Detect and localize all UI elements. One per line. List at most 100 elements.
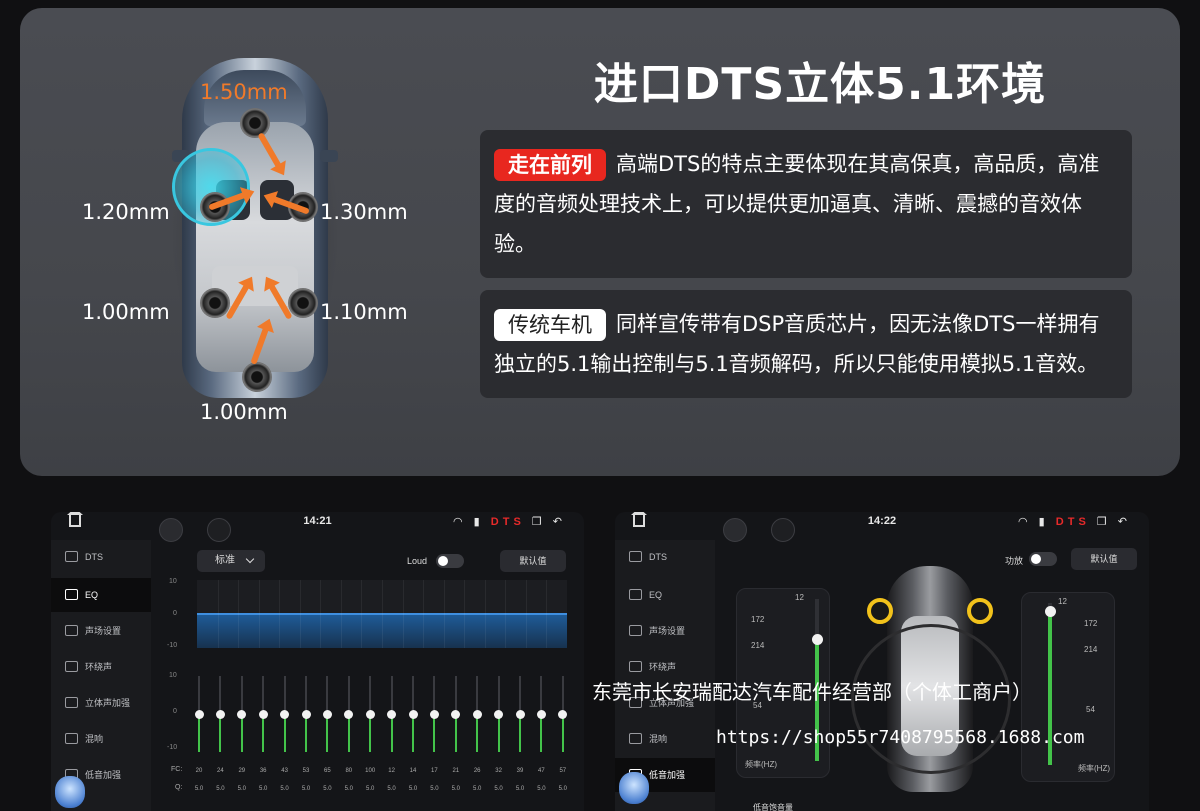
eq-band-slider-knob[interactable] xyxy=(365,709,375,719)
dts-icon xyxy=(629,551,642,562)
graph-gridline xyxy=(361,580,363,648)
status-icons: ◠ ▮ DTS ❐ ↶ xyxy=(1018,515,1131,528)
sidebar-item-label: 混响 xyxy=(649,734,668,744)
sidebar-item-stereo[interactable]: 立体声加强 xyxy=(51,686,151,720)
eq-band-slider-knob[interactable] xyxy=(558,709,568,719)
window-icon[interactable]: ❐ xyxy=(1097,516,1111,528)
sidebar-item-soundfield[interactable]: 声场设置 xyxy=(51,614,151,648)
badge-traditional: 传统车机 xyxy=(494,309,606,341)
graph-gridline xyxy=(525,580,527,648)
mascot-icon xyxy=(619,772,649,804)
sidebar-item-label: 立体声加强 xyxy=(85,698,131,708)
graph-gridline xyxy=(382,580,383,648)
eq-band-slider-knob[interactable] xyxy=(515,709,525,719)
back-icon[interactable]: ↶ xyxy=(1118,516,1131,528)
eq-band-slider-fill xyxy=(198,714,200,752)
dial-value: 214 xyxy=(751,641,765,650)
sidebar-item-reverb[interactable]: 混响 xyxy=(615,722,715,756)
graph-gridline xyxy=(238,580,240,648)
eq-band-q: 5.0 xyxy=(494,786,503,792)
dts-icon xyxy=(65,551,78,562)
eq-band-frequency: 36 xyxy=(259,768,267,774)
graph-gridline xyxy=(217,580,219,648)
sidebar-item-dts[interactable]: DTS xyxy=(51,540,151,574)
back-icon[interactable]: ↶ xyxy=(553,516,566,528)
loud-toggle[interactable] xyxy=(436,554,464,568)
eq-band-slider-knob[interactable] xyxy=(280,709,290,719)
sidebar-item-surround[interactable]: 环绕声 xyxy=(51,650,151,684)
eq-band-slider-fill xyxy=(476,714,479,752)
eq-band-q: 5.0 xyxy=(216,786,225,792)
soundfield-icon xyxy=(629,625,642,636)
eq-band-slider-knob[interactable] xyxy=(344,709,354,719)
eq-band-slider-fill xyxy=(369,714,372,752)
promo-title: 进口DTS立体5.1环境 xyxy=(593,59,1047,110)
eq-band-slider-knob[interactable] xyxy=(194,709,204,719)
sidebar-item-reverb[interactable]: 混响 xyxy=(51,722,151,756)
eq-band-slider-knob[interactable] xyxy=(494,709,504,719)
eq-band-q: 5.0 xyxy=(408,786,418,792)
dim-left-front: 1.20mm xyxy=(82,200,170,224)
eq-band-slider-knob[interactable] xyxy=(429,709,439,719)
wifi-icon: ◠ xyxy=(452,516,467,528)
dial-value: 172 xyxy=(751,615,765,624)
q-label: Q: xyxy=(175,784,183,791)
eq-band-frequency: 20 xyxy=(195,768,203,774)
eq-band-slider-knob[interactable] xyxy=(451,709,461,719)
amp-label: 功放 xyxy=(1005,556,1024,566)
rear-left-speaker-icon xyxy=(200,288,230,318)
eq-band-slider-knob[interactable] xyxy=(472,709,482,719)
eq-band-q: 5.0 xyxy=(558,786,567,792)
power-icon[interactable] xyxy=(159,518,183,542)
default-button[interactable]: 默认值 xyxy=(1071,548,1137,570)
eq-band-slider-knob[interactable] xyxy=(215,709,225,719)
eq-band-slider-fill xyxy=(497,714,500,752)
signal-icon: ▮ xyxy=(473,516,484,528)
sidebar-item-label: 环绕声 xyxy=(85,662,113,672)
sidebar-item-eq[interactable]: EQ xyxy=(51,578,151,612)
dim-rear: 1.00mm xyxy=(200,400,288,424)
page-root: 进口DTS立体5.1环境 1.50mm 1.20mm 1.30mm 1.00mm… xyxy=(0,0,1200,811)
dial-value: 214 xyxy=(1084,645,1098,654)
sidebar-item-soundfield[interactable]: 声场设置 xyxy=(615,614,715,648)
assistant-icon[interactable] xyxy=(207,518,231,542)
eq-band-slider-knob[interactable] xyxy=(408,709,418,719)
sidebar-item-label: EQ xyxy=(85,590,99,600)
reverb-icon xyxy=(65,733,78,744)
eq-band-slider-knob[interactable] xyxy=(258,709,268,719)
window-icon[interactable]: ❐ xyxy=(532,516,546,528)
assistant-icon[interactable] xyxy=(771,518,795,542)
eq-band-q: 5.0 xyxy=(344,786,353,792)
graph-axis-label: 0 xyxy=(173,610,177,617)
sidebar-item-dts[interactable]: DTS xyxy=(615,540,715,574)
eq-band-frequency: 21 xyxy=(452,768,460,774)
rear-right-speaker-icon xyxy=(288,288,318,318)
power-icon[interactable] xyxy=(723,518,747,542)
amp-toggle[interactable] xyxy=(1029,552,1057,566)
eq-band-slider-knob[interactable] xyxy=(536,709,546,719)
sidebar-item-eq[interactable]: EQ xyxy=(615,578,715,612)
bass-left-slider-knob[interactable] xyxy=(811,634,823,645)
eq-band-slider-knob[interactable] xyxy=(237,709,247,719)
eq-band-q: 5.0 xyxy=(515,786,525,792)
eq-band-slider-knob[interactable] xyxy=(322,709,332,719)
eq-band-slider-knob[interactable] xyxy=(301,709,311,719)
eq-band-slider-fill xyxy=(540,714,543,752)
sidebar-item-label: 混响 xyxy=(85,734,104,744)
dts-indicator-icon: DTS xyxy=(1055,516,1090,528)
eq-band-slider-knob[interactable] xyxy=(387,709,397,719)
preset-select[interactable]: 标准 xyxy=(197,550,265,572)
bass-right-slider-knob[interactable] xyxy=(1044,605,1056,617)
eq-band-frequency: 32 xyxy=(495,768,502,774)
eq-band-frequency: 47 xyxy=(538,768,545,774)
screen-bass: 14:22 ◠ ▮ DTS ❐ ↶ DTS EQ 声场设置 环绕声 立体声加强 … xyxy=(615,512,1149,811)
default-button[interactable]: 默认值 xyxy=(500,550,566,572)
soundfield-icon xyxy=(65,625,78,636)
dim-front: 1.50mm xyxy=(200,80,288,104)
shop-name-overlay: 东莞市长安瑞配达汽车配件经营部（个体工商户） xyxy=(592,680,1032,704)
graph-gridline xyxy=(464,580,466,648)
sidebar-item-label: 声场设置 xyxy=(649,626,686,636)
status-icons: ◠ ▮ DTS ❐ ↶ xyxy=(453,515,566,528)
graph-gridline xyxy=(443,580,445,648)
eq-band-q: 5.0 xyxy=(280,786,289,792)
